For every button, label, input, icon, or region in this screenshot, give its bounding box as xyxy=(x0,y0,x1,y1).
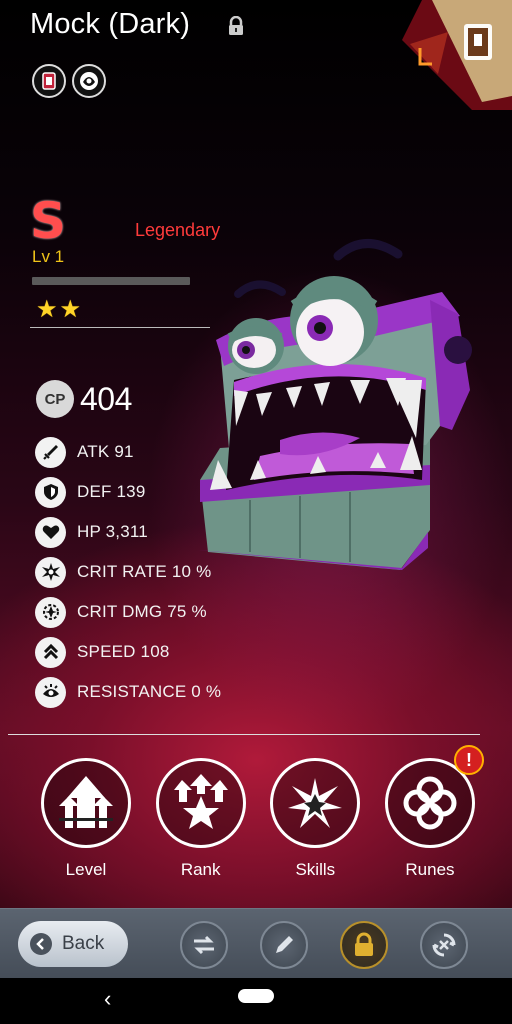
crit-dmg-icon xyxy=(35,596,66,628)
alert-badge: ! xyxy=(453,745,484,775)
grade-letter: S xyxy=(30,192,67,250)
heart-icon xyxy=(35,516,66,548)
stat-row-resistance: RESISTANCE 0 % xyxy=(35,672,221,712)
stat-row-crit-dmg: CRIT DMG 75 % xyxy=(35,592,221,632)
swap-icon[interactable] xyxy=(180,921,228,969)
recycle-icon[interactable] xyxy=(420,921,468,969)
rank-up-icon[interactable] xyxy=(155,758,246,848)
system-home-pill[interactable] xyxy=(238,989,274,1003)
bottom-toolbar: Back xyxy=(0,908,512,978)
action-label: Rank xyxy=(180,860,221,879)
stat-row-speed: SPEED 108 xyxy=(35,632,221,672)
back-label: Back xyxy=(62,933,105,954)
runes-button[interactable]: Runes ! xyxy=(384,745,484,880)
xp-progress-bar xyxy=(32,277,190,285)
unit-type-icons xyxy=(32,64,106,98)
star-icon: ★ xyxy=(59,296,82,323)
crit-rate-icon xyxy=(35,556,66,588)
star-icon: ★ xyxy=(36,296,58,323)
cp-value: 404 xyxy=(80,380,132,417)
action-label: Level xyxy=(65,860,107,879)
unit-name-title: Mock (Dark) xyxy=(30,8,191,40)
lock-icon[interactable] xyxy=(227,16,245,36)
stat-text: ATK 91 xyxy=(77,442,134,461)
back-button[interactable]: Back xyxy=(18,921,128,967)
cp-badge: CP xyxy=(36,380,74,418)
star-rating: ★ ★ xyxy=(36,298,81,322)
rank-button[interactable]: Rank xyxy=(155,758,247,880)
speed-icon xyxy=(35,636,66,668)
chevron-left-icon xyxy=(30,933,52,955)
stat-text: CRIT DMG 75 % xyxy=(77,602,207,621)
shield-icon xyxy=(35,476,66,508)
sword-icon xyxy=(35,436,66,468)
codex-book-icon[interactable] xyxy=(402,0,512,110)
action-label: Skills xyxy=(295,860,336,879)
system-navigation-bar: ‹ xyxy=(0,978,512,1024)
stat-text: HP 3,311 xyxy=(77,522,148,541)
action-label: Runes xyxy=(405,860,455,879)
stat-text: RESISTANCE 0 % xyxy=(77,682,222,701)
stat-text: SPEED 108 xyxy=(77,642,170,661)
card-deck-icon[interactable] xyxy=(32,64,66,98)
combat-power: CP 404 xyxy=(36,380,132,418)
resistance-icon xyxy=(35,676,66,708)
level-label: Lv 1 xyxy=(32,247,65,266)
dark-element-icon[interactable] xyxy=(72,64,106,98)
stat-text: DEF 139 xyxy=(77,482,146,501)
action-buttons: Level Rank Skills Runes ! xyxy=(40,745,484,880)
unit-portrait xyxy=(198,239,472,570)
level-up-icon[interactable] xyxy=(41,758,131,848)
divider xyxy=(8,734,480,735)
divider xyxy=(30,327,210,328)
skills-button[interactable]: Skills xyxy=(269,758,361,880)
skills-burst-icon[interactable] xyxy=(270,758,361,848)
pencil-icon[interactable] xyxy=(260,921,308,969)
level-button[interactable]: Level xyxy=(40,758,132,880)
system-back-chevron-icon[interactable]: ‹ xyxy=(104,986,111,1012)
padlock-icon[interactable] xyxy=(340,921,388,969)
